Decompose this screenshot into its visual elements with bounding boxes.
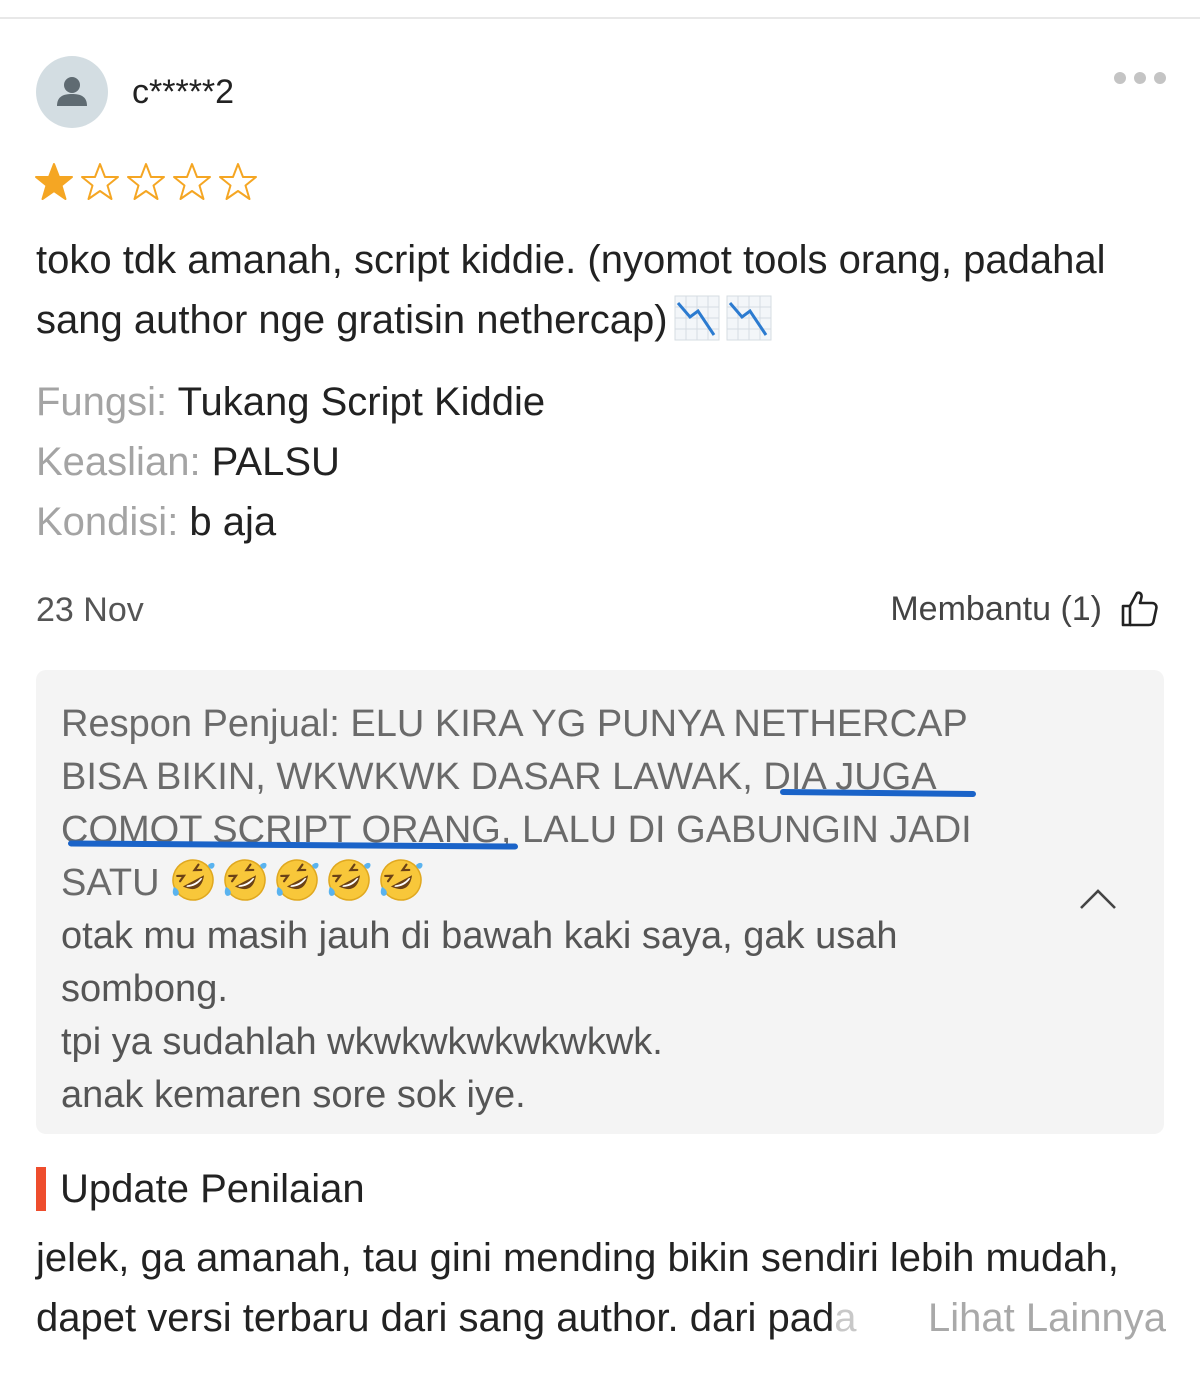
update-rating-heading: Update Penilaian: [36, 1166, 365, 1212]
more-options-icon[interactable]: [1114, 68, 1166, 84]
see-more-link[interactable]: Lihat Lainnya: [900, 1288, 1166, 1348]
attribute-key: Fungsi:: [36, 380, 168, 424]
helpful-label: Membantu (1): [890, 590, 1102, 628]
rolling-on-floor-laughing-icon: [172, 859, 215, 901]
update-rating-title: Update Penilaian: [60, 1167, 365, 1211]
user-icon: [57, 77, 87, 106]
rolling-on-floor-laughing-icon: [380, 859, 423, 901]
update-text-line: jelek, ga amanah, tau gini mending bikin…: [36, 1236, 1119, 1280]
update-text-line: dapet versi terbaru dari sang author. da…: [36, 1288, 1166, 1348]
rolling-on-floor-laughing-icon: [224, 859, 267, 901]
seller-response: Respon Penjual: ELU KIRA YG PUNYA NETHER…: [36, 670, 1164, 1134]
username: c*****2: [132, 73, 235, 111]
review-header: c*****2: [36, 56, 1166, 128]
star-empty-icon: [127, 163, 165, 200]
star-filled-icon: [35, 163, 73, 200]
seller-response-line: SATU: [61, 857, 1041, 910]
attribute-value: b aja: [178, 500, 277, 544]
seller-response-line: anak kemaren sore sok iye.: [61, 1074, 526, 1116]
attribute-row-kondisi: Kondisi: b aja: [36, 492, 545, 552]
star-empty-icon: [81, 163, 119, 200]
attribute-row-fungsi: Fungsi: Tukang Script Kiddie: [36, 372, 545, 432]
review-text: toko tdk amanah, script kiddie. (nyomot …: [36, 230, 1176, 350]
attribute-row-keaslian: Keaslian: PALSU: [36, 432, 545, 492]
seller-response-line: sombong.: [61, 968, 228, 1010]
star-empty-icon: [173, 163, 211, 200]
review-text-line: sang author nge gratisin nethercap): [36, 290, 1176, 350]
seller-response-line: COMOT SCRIPT ORANG, LALU DI GABUNGIN JAD…: [61, 809, 972, 851]
attribute-key: Kondisi:: [36, 500, 179, 544]
review-date: 23 Nov: [36, 591, 144, 629]
star-rating: [34, 162, 264, 204]
avatar[interactable]: [36, 56, 108, 128]
review-text-line: toko tdk amanah, script kiddie. (nyomot …: [36, 238, 1106, 282]
attribute-value: Tukang Script Kiddie: [167, 380, 546, 424]
helpful-button[interactable]: Membantu (1): [890, 586, 1160, 632]
star-empty-icon: [219, 163, 257, 200]
seller-response-line: Respon Penjual: ELU KIRA YG PUNYA NETHER…: [61, 703, 968, 745]
attribute-key: Keaslian:: [36, 440, 201, 484]
update-review-text: jelek, ga amanah, tau gini mending bikin…: [36, 1228, 1166, 1348]
seller-response-line: tpi ya sudahlah wkwkwkwkwkwkwk.: [61, 1021, 663, 1063]
rolling-on-floor-laughing-icon: [276, 859, 319, 901]
attribute-value: PALSU: [200, 440, 340, 484]
seller-response-text: Respon Penjual: ELU KIRA YG PUNYA NETHER…: [61, 698, 1041, 1122]
seller-response-line: otak mu masih jauh di bawah kaki saya, g…: [61, 915, 898, 957]
chevron-up-icon[interactable]: [1078, 886, 1118, 912]
rolling-on-floor-laughing-icon: [328, 859, 371, 901]
chart-decreasing-icon: [726, 295, 772, 341]
heading-accent-bar: [36, 1167, 46, 1211]
review-attributes: Fungsi: Tukang Script Kiddie Keaslian: P…: [36, 372, 545, 552]
thumbs-up-icon: [1121, 591, 1158, 627]
top-divider: [0, 17, 1200, 19]
chart-decreasing-icon: [674, 295, 720, 341]
emoji-row: [170, 859, 430, 904]
